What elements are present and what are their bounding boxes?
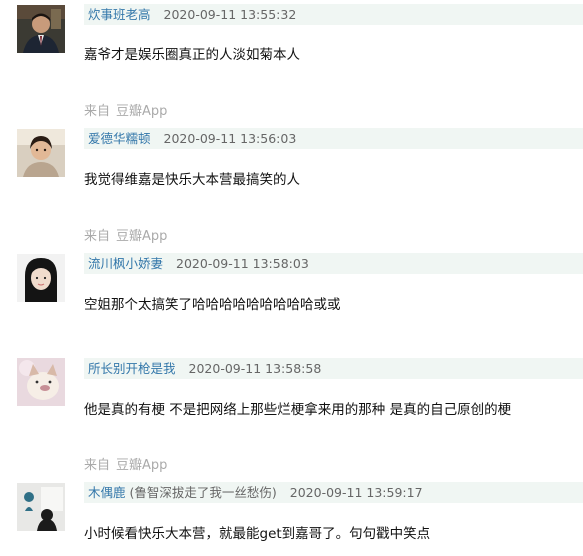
avatar-image [17,358,65,406]
comment-meta-bar: 流川枫小娇妻 2020-09-11 13:58:03 [84,253,583,274]
comment-source: 来自 豆瓣App [84,100,167,119]
author-link[interactable]: 所长别开枪是我 [88,361,176,376]
avatar[interactable] [17,254,65,302]
comment-text: 小时候看快乐大本营，就最能get到嘉哥了。句句戳中笑点 [84,526,431,542]
comment-timestamp: 2020-09-11 13:58:03 [176,256,309,271]
source-prefix: 来自 [84,104,111,119]
avatar-image [17,5,65,53]
comment-timestamp: 2020-09-11 13:56:03 [163,131,297,146]
comment-text: 我觉得维嘉是快乐大本营最搞笑的人 [84,172,300,188]
comment-text: 空姐那个太搞笑了哈哈哈哈哈哈哈哈哈或或 [84,297,341,313]
comment-source: 来自 豆瓣App [84,454,167,473]
comment-source: 来自 豆瓣App [84,225,167,244]
avatar-image [17,483,65,531]
comment-meta-bar: 炊事班老高 2020-09-11 13:55:32 [84,4,583,25]
comment-timestamp: 2020-09-11 13:55:32 [163,7,297,22]
author-note: (鲁智深拔走了我一丝愁伤) [129,485,277,500]
avatar-image [17,129,65,177]
source-prefix: 来自 [84,229,111,244]
avatar-image [17,254,65,302]
author-link[interactable]: 木偶鹿 [88,485,126,500]
source-app-link[interactable]: 豆瓣App [116,104,167,119]
avatar[interactable] [17,483,65,531]
source-app-link[interactable]: 豆瓣App [116,458,167,473]
avatar[interactable] [17,129,65,177]
comment-text: 他是真的有梗 不是把网络上那些烂梗拿来用的那种 是真的自己原创的梗 [84,402,512,418]
author-link[interactable]: 流川枫小娇妻 [88,256,163,271]
source-app-link[interactable]: 豆瓣App [116,229,167,244]
comment-timestamp: 2020-09-11 13:58:58 [188,361,322,376]
comment-timestamp: 2020-09-11 13:59:17 [289,485,423,500]
avatar[interactable] [17,358,65,406]
avatar[interactable] [17,5,65,53]
source-prefix: 来自 [84,458,111,473]
comment-meta-bar: 爱德华糯顿 2020-09-11 13:56:03 [84,128,583,149]
author-link[interactable]: 爱德华糯顿 [88,131,151,146]
comment-text: 嘉爷才是娱乐圈真正的人淡如菊本人 [84,47,300,63]
author-link[interactable]: 炊事班老高 [88,7,151,22]
comment-meta-bar: 所长别开枪是我 2020-09-11 13:58:58 [84,358,583,379]
comment-meta-bar: 木偶鹿 (鲁智深拔走了我一丝愁伤) 2020-09-11 13:59:17 [84,482,583,503]
